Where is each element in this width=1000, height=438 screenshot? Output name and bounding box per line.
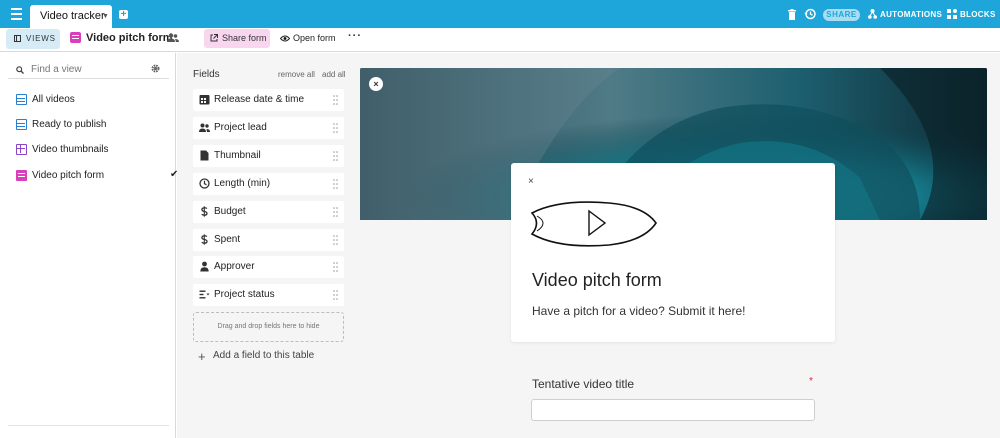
tentative-title-input[interactable]: [531, 399, 815, 421]
add-all-button[interactable]: add all: [322, 70, 346, 79]
calendar-icon: [199, 95, 210, 105]
share-icon: [210, 34, 218, 42]
attachment-icon: [200, 150, 209, 161]
drag-handle-icon[interactable]: [333, 235, 338, 245]
eye-icon: [280, 35, 290, 42]
people-icon[interactable]: [167, 33, 179, 43]
field-card[interactable]: Budget: [193, 201, 344, 223]
duration-icon: [199, 178, 210, 189]
form-view-icon: [70, 32, 81, 43]
currency-icon: [201, 234, 208, 245]
remove-cover-button[interactable]: ×: [369, 77, 383, 91]
more-options-button[interactable]: ···: [348, 30, 362, 42]
field-label: Length (min): [214, 178, 271, 189]
single-select-icon: [199, 290, 210, 299]
top-bar: Video tracker ▼ + SHARE AUTOMATIONS BLOC…: [0, 0, 1000, 28]
field-card[interactable]: Thumbnail: [193, 145, 344, 167]
caret-down-icon[interactable]: ▼: [102, 13, 109, 20]
blocks-button[interactable]: BLOCKS: [947, 9, 996, 21]
base-name: Video tracker: [40, 10, 105, 22]
grid-view-icon: [16, 94, 27, 105]
plus-icon: +: [198, 349, 206, 364]
drag-handle-icon[interactable]: [333, 290, 338, 300]
field-label: Release date & time: [214, 94, 305, 105]
field-label: Project status: [214, 289, 275, 300]
field-label: Spent: [214, 234, 241, 245]
field-card[interactable]: Release date & time: [193, 89, 344, 111]
blocks-icon: [947, 9, 957, 19]
required-marker: *: [809, 376, 813, 387]
form-description[interactable]: Have a pitch for a video? Submit it here…: [532, 304, 745, 318]
view-bar: VIEWS Video pitch form Share form Open f…: [0, 28, 1000, 52]
form-view-icon: [16, 170, 27, 181]
field-card[interactable]: Length (min): [193, 173, 344, 195]
divider: [8, 425, 169, 426]
gear-icon[interactable]: [151, 64, 160, 73]
automations-label: AUTOMATIONS: [880, 10, 943, 19]
views-toggle-button[interactable]: VIEWS: [6, 29, 60, 49]
remove-all-button[interactable]: remove all: [278, 70, 315, 79]
current-view-name[interactable]: Video pitch form: [86, 32, 173, 44]
user-icon: [200, 261, 209, 272]
drag-handle-icon[interactable]: [333, 179, 338, 189]
drag-handle-icon[interactable]: [333, 151, 338, 161]
base-tab[interactable]: Video tracker ▼: [30, 5, 112, 28]
share-form-button[interactable]: Share form: [204, 29, 270, 48]
field-card[interactable]: Project status: [193, 284, 344, 306]
automations-icon: [868, 9, 877, 19]
field-label: Approver: [214, 261, 255, 272]
field-card[interactable]: Approver: [193, 256, 344, 278]
add-tab-icon[interactable]: +: [119, 10, 128, 20]
sidebar-item-label: All videos: [32, 94, 75, 105]
field-label: Budget: [214, 206, 246, 217]
views-label: VIEWS: [26, 34, 56, 43]
open-form-label: Open form: [293, 33, 336, 43]
drop-zone-label: Drag and drop fields here to hide: [217, 323, 320, 330]
question-label: Tentative video title: [532, 377, 635, 391]
add-field-button[interactable]: + Add a field to this table: [198, 349, 315, 364]
field-label: Thumbnail: [214, 150, 261, 161]
field-card[interactable]: Project lead: [193, 117, 344, 139]
collaborator-icon: [199, 123, 210, 132]
share-button[interactable]: SHARE: [823, 9, 860, 21]
surfboard-logo-icon: [530, 201, 657, 247]
blocks-label: BLOCKS: [960, 10, 996, 19]
drag-handle-icon[interactable]: [333, 123, 338, 133]
add-field-label: Add a field to this table: [213, 350, 315, 361]
sidebar-item-video-pitch-form[interactable]: Video pitch form ✔: [16, 169, 178, 183]
views-sidebar: Find a view All videos Ready to publish …: [0, 53, 178, 438]
fields-panel: Fields remove all add all Release date &…: [177, 53, 360, 438]
grid-view-icon: [16, 119, 27, 130]
sidebar-item-label: Ready to publish: [32, 119, 107, 130]
drag-handle-icon[interactable]: [333, 262, 338, 272]
history-icon[interactable]: [804, 8, 816, 20]
sidebar-icon: [14, 35, 21, 42]
sidebar-item-label: Video pitch form: [32, 170, 105, 181]
drag-handle-icon[interactable]: [333, 207, 338, 217]
form-title[interactable]: Video pitch form: [532, 270, 662, 291]
trash-icon[interactable]: [788, 9, 796, 20]
fields-title: Fields: [193, 69, 220, 80]
search-input[interactable]: Find a view: [31, 64, 82, 75]
sidebar-item-label: Video thumbnails: [32, 144, 109, 155]
remove-logo-button[interactable]: ×: [528, 176, 534, 187]
automations-button[interactable]: AUTOMATIONS: [868, 9, 942, 21]
find-view-search[interactable]: Find a view: [8, 59, 169, 79]
hidden-fields-drop-zone[interactable]: Drag and drop fields here to hide: [193, 312, 344, 342]
open-form-button[interactable]: Open form: [280, 29, 336, 48]
form-preview: × × Video pitch form Have a pitch for a …: [360, 53, 1000, 438]
currency-icon: [201, 206, 208, 217]
field-label: Project lead: [214, 122, 267, 133]
field-card[interactable]: Spent: [193, 229, 344, 251]
menu-icon[interactable]: [11, 8, 22, 20]
form-header-card: × Video pitch form Have a pitch for a vi…: [511, 163, 835, 342]
gallery-view-icon: [16, 144, 27, 155]
drag-handle-icon[interactable]: [333, 95, 338, 105]
search-icon: [16, 66, 24, 74]
share-form-label: Share form: [222, 33, 267, 43]
